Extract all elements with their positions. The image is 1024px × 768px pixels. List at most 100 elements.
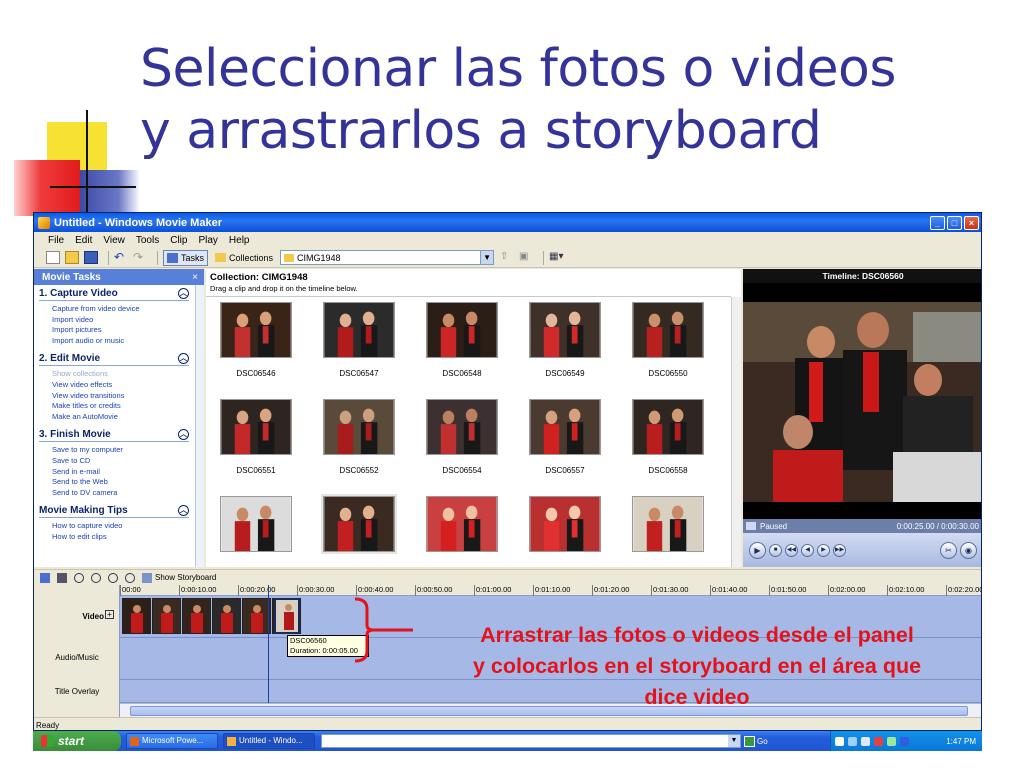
play-timeline-icon[interactable]: [125, 572, 135, 583]
clip-thumbnail[interactable]: DSC06554: [412, 399, 515, 479]
chevron-down-icon[interactable]: ▼: [480, 251, 494, 264]
menu-help[interactable]: Help: [229, 235, 250, 246]
timeline-clip[interactable]: [242, 598, 271, 634]
task-link[interactable]: Send to DV camera: [52, 488, 195, 499]
taskbar-item-powerpoint[interactable]: Microsoft Powe...: [126, 733, 218, 749]
menu-view[interactable]: View: [103, 235, 125, 246]
task-link[interactable]: How to edit clips: [52, 532, 195, 543]
clip-thumbnail[interactable]: DSC06551: [206, 399, 309, 479]
task-section-title[interactable]: 1. Capture Video ︿: [39, 288, 189, 301]
new-project-icon[interactable]: [46, 251, 60, 264]
narrate-icon[interactable]: [57, 572, 67, 583]
show-storyboard-button[interactable]: Show Storyboard: [155, 573, 216, 582]
undo-icon[interactable]: ↶: [114, 251, 128, 264]
minimize-button[interactable]: _: [930, 215, 945, 230]
clip-thumbnail[interactable]: DSC06546: [206, 302, 309, 382]
bluetooth-icon[interactable]: [900, 736, 909, 746]
task-section-title[interactable]: 3. Finish Movie ︿: [39, 429, 189, 443]
tasks-button[interactable]: Tasks: [163, 249, 209, 266]
go-button[interactable]: Go: [744, 735, 768, 747]
redo-icon[interactable]: ↷: [133, 251, 147, 264]
timeline-clip[interactable]: [212, 598, 241, 634]
zoom-out-icon[interactable]: [91, 572, 101, 583]
wireless-icon[interactable]: [887, 736, 896, 746]
task-link[interactable]: How to capture video: [52, 521, 195, 532]
antivirus-icon[interactable]: [874, 736, 883, 746]
clip-thumbnail[interactable]: DSC06550: [618, 302, 721, 382]
task-link[interactable]: Make titles or credits: [52, 401, 195, 412]
maximize-button[interactable]: □: [947, 215, 962, 230]
timeline-ruler[interactable]: 00:00 0:00:10.00 0:00:20.00 0:00:30.00 0:00:…: [120, 585, 981, 596]
network-icon[interactable]: [848, 736, 857, 746]
view-options-icon[interactable]: ▦▾: [549, 251, 563, 264]
clip-thumbnail[interactable]: [309, 494, 412, 567]
task-link[interactable]: Save to CD: [52, 456, 195, 467]
stop-icon[interactable]: ■: [769, 543, 782, 557]
clip-thumbnail[interactable]: [412, 496, 515, 567]
clip-thumbnail[interactable]: DSC06549: [515, 302, 618, 382]
rewind-timeline-icon[interactable]: [108, 572, 118, 583]
task-section-title[interactable]: 2. Edit Movie ︿: [39, 353, 189, 367]
set-audio-levels-icon[interactable]: [40, 572, 50, 583]
play-icon[interactable]: ▶: [749, 541, 766, 559]
playhead[interactable]: [268, 585, 269, 703]
address-bar-input[interactable]: ▼: [321, 734, 741, 748]
collections-button[interactable]: Collections: [211, 250, 277, 266]
clip-thumbnail[interactable]: DSC06547: [309, 302, 412, 382]
chevron-up-icon[interactable]: ︿: [178, 353, 189, 365]
save-project-icon[interactable]: [84, 251, 98, 264]
menu-play[interactable]: Play: [198, 235, 217, 246]
collection-scrollbar[interactable]: [731, 297, 741, 567]
zoom-in-icon[interactable]: [74, 572, 84, 583]
task-link[interactable]: Import video: [52, 315, 195, 326]
open-project-icon[interactable]: [65, 251, 79, 264]
task-link[interactable]: Import audio or music: [52, 336, 195, 347]
up-folder-icon[interactable]: ⇧: [500, 251, 514, 264]
timeline-clip[interactable]: [182, 598, 211, 634]
clip-thumbnail[interactable]: DSC06548: [412, 302, 515, 382]
title-bar[interactable]: Untitled - Windows Movie Maker _ □ ×: [34, 213, 981, 232]
task-pane-scrollbar[interactable]: [195, 285, 204, 567]
task-link[interactable]: Make an AutoMovie: [52, 412, 195, 423]
timeline-clip[interactable]: [122, 598, 151, 634]
start-button[interactable]: start: [33, 731, 121, 751]
clip-thumbnail[interactable]: DSC06557: [515, 399, 618, 479]
clip-thumbnail[interactable]: DSC06558: [618, 399, 721, 479]
clip-thumbnail[interactable]: DSC06552: [309, 399, 412, 479]
task-link[interactable]: Send in e-mail: [52, 467, 195, 478]
clip-thumbnail[interactable]: [618, 496, 721, 567]
split-clip-icon[interactable]: ✂: [940, 541, 957, 559]
expand-track-icon[interactable]: +: [105, 610, 114, 619]
clip-thumbnail[interactable]: [515, 496, 618, 567]
menu-tools[interactable]: Tools: [136, 235, 159, 246]
task-link[interactable]: View video effects: [52, 380, 195, 391]
dragged-clip[interactable]: [274, 598, 300, 634]
storyboard-icon[interactable]: [142, 572, 152, 583]
task-link[interactable]: Save to my computer: [52, 445, 195, 456]
volume-icon[interactable]: [861, 736, 870, 746]
new-folder-icon[interactable]: ▣: [519, 251, 533, 264]
collection-dropdown[interactable]: CIMG1948 ▼: [280, 250, 495, 265]
close-icon[interactable]: ×: [192, 272, 198, 283]
taskbar-item-movie-maker[interactable]: Untitled - Windo...: [223, 733, 315, 749]
task-link[interactable]: Import pictures: [52, 325, 195, 336]
task-link[interactable]: Capture from video device: [52, 304, 195, 315]
task-section-title[interactable]: Movie Making Tips ︿: [39, 505, 189, 519]
task-link[interactable]: Send to the Web: [52, 477, 195, 488]
chevron-up-icon[interactable]: ︿: [178, 505, 189, 517]
task-link[interactable]: View video transitions: [52, 391, 195, 402]
forward-icon[interactable]: ▶: [817, 543, 830, 557]
menu-edit[interactable]: Edit: [75, 235, 92, 246]
next-clip-icon[interactable]: ▶▶: [833, 543, 846, 557]
clip-thumbnail[interactable]: [206, 496, 309, 567]
help-icon[interactable]: [835, 736, 844, 746]
close-button[interactable]: ×: [964, 215, 979, 230]
chevron-up-icon[interactable]: ︿: [178, 429, 189, 441]
chevron-down-icon[interactable]: ▼: [728, 735, 740, 747]
chevron-up-icon[interactable]: ︿: [178, 288, 189, 299]
previous-clip-icon[interactable]: ◀◀: [785, 543, 798, 557]
timeline-clip[interactable]: [152, 598, 181, 634]
snapshot-icon[interactable]: ◉: [960, 541, 977, 559]
rewind-icon[interactable]: ◀: [801, 543, 814, 557]
menu-clip[interactable]: Clip: [170, 235, 187, 246]
